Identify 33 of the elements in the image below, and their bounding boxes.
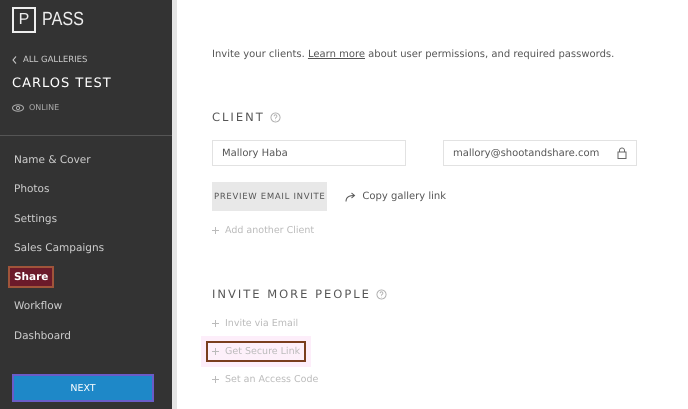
plus-icon — [212, 320, 219, 327]
learn-more-link[interactable]: Learn more — [308, 49, 365, 60]
back-link-label[interactable]: ALL GALLERIES — [23, 55, 88, 65]
nav-item[interactable]: Workflow — [8, 295, 68, 318]
logo-text: PASS — [42, 9, 84, 31]
nav-item[interactable]: Share — [8, 266, 54, 288]
plus-icon — [212, 376, 219, 383]
plus-icon — [212, 348, 219, 355]
status-label: ONLINE — [29, 103, 60, 112]
help-icon[interactable] — [270, 112, 281, 122]
copy-link[interactable]: Copy gallery link — [345, 191, 446, 202]
nav-item[interactable]: Dashboard — [8, 324, 77, 347]
copy-link-label[interactable]: Copy gallery link — [362, 191, 446, 202]
nav-item[interactable]: Photos — [8, 178, 56, 200]
email-field[interactable]: mallory@shootandshare.com — [443, 140, 637, 166]
back-link[interactable]: ALL GALLERIES — [12, 55, 160, 65]
name-field[interactable]: Mallory Haba — [212, 140, 406, 166]
logo-mark: P — [12, 7, 36, 33]
lock-icon — [617, 147, 627, 159]
nav-item[interactable]: Settings — [8, 208, 64, 230]
nav-item[interactable]: Name & Cover — [8, 149, 97, 171]
plus-icon — [212, 227, 219, 234]
nav-item[interactable]: Sales Campaigns — [8, 236, 110, 259]
preview-email-button[interactable]: PREVIEW EMAIL INVITE — [212, 182, 328, 211]
chevron-left-icon — [12, 56, 17, 64]
share-arrow-icon — [345, 192, 356, 202]
intro-text: Invite your clients. Learn more about user permissions, and required passwords. — [212, 49, 616, 60]
section-title: INVITE MORE PEOPLE — [212, 287, 371, 301]
gallery-title: CARLOS TEST — [12, 76, 113, 91]
next-button[interactable]: NEXT — [12, 374, 154, 402]
help-icon[interactable] — [376, 288, 387, 300]
section-title: CLIENT — [212, 110, 265, 124]
eye-icon — [12, 104, 24, 112]
